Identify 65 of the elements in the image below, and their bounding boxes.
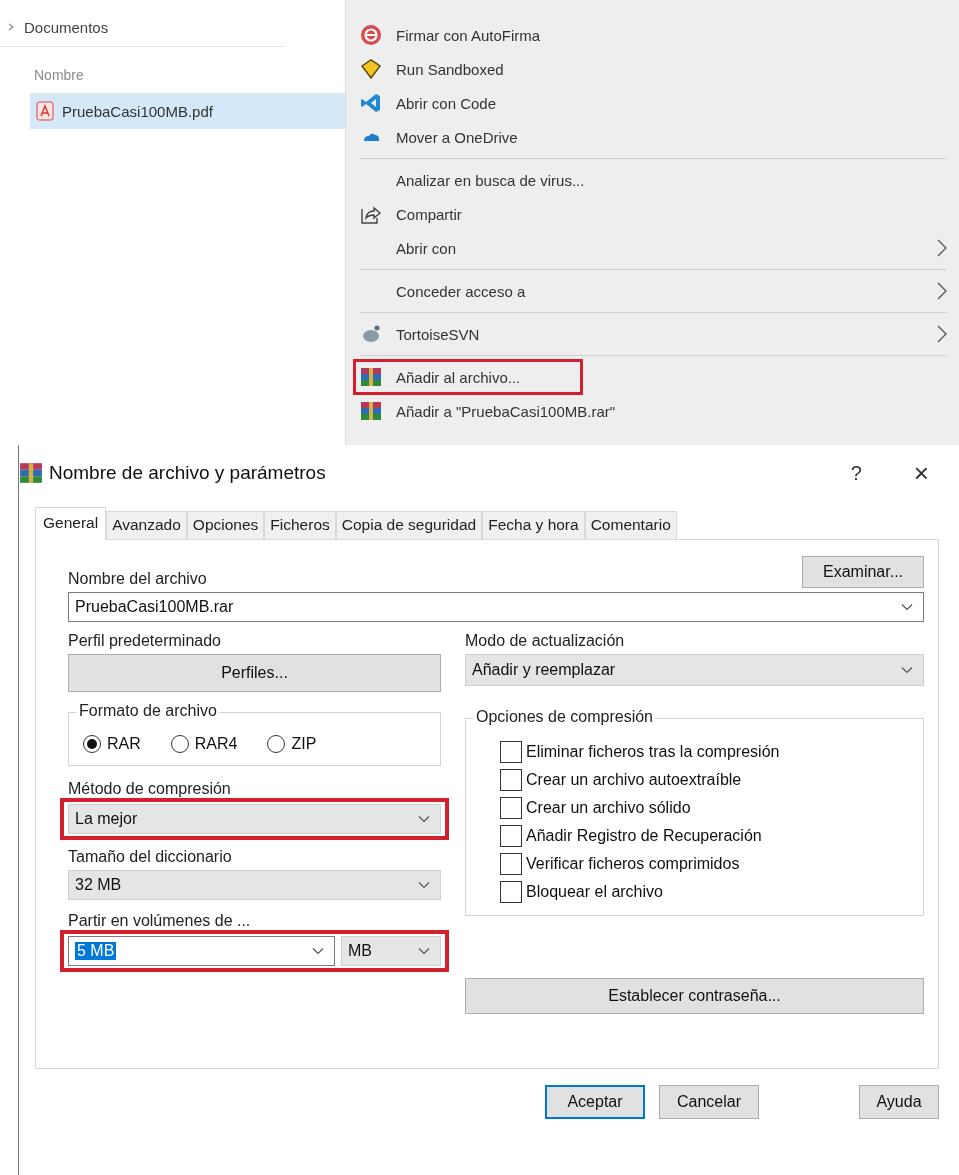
- radio-option[interactable]: RAR4: [170, 735, 238, 753]
- checkbox-option[interactable]: Verificar ficheros comprimidos: [500, 853, 909, 875]
- profiles-button[interactable]: Perfiles...: [68, 654, 441, 692]
- tree-item[interactable]: Documentos: [24, 18, 109, 36]
- menu-item[interactable]: TortoiseSVN: [353, 316, 493, 352]
- window-title: Nombre de archivo y parámetros: [49, 462, 326, 484]
- chevron-down-icon: [901, 666, 913, 674]
- tab[interactable]: Opciones: [186, 511, 265, 539]
- code-editor-icon: [360, 92, 382, 114]
- stacked-books-icon: [360, 366, 382, 388]
- menu-item[interactable]: Añadir a "PruebaCasi100MB.rar": [353, 393, 629, 429]
- chevron-down-icon: [418, 815, 430, 823]
- menu-item[interactable]: Run Sandboxed: [353, 51, 517, 87]
- close-button[interactable]: ×: [907, 457, 935, 489]
- dialog-button[interactable]: Ayuda: [859, 1085, 939, 1119]
- checkbox-option[interactable]: Añadir Registro de Recuperación: [500, 825, 909, 847]
- field-label: Nombre del archivo: [68, 570, 207, 588]
- group-label: Opciones de compresión: [474, 708, 655, 726]
- tab[interactable]: Copia de seguridad: [335, 511, 483, 539]
- field-label: Método de compresión: [68, 780, 232, 798]
- stacked-books-icon: [19, 461, 43, 485]
- unit-combo[interactable]: MB: [341, 936, 441, 966]
- password-button[interactable]: Establecer contraseña...: [465, 978, 924, 1014]
- field-label: Tamaño del diccionario: [68, 848, 233, 866]
- stacked-books-icon: [360, 400, 382, 422]
- tab[interactable]: Comentario: [584, 511, 677, 539]
- chevron-down-icon: [418, 881, 430, 889]
- menu-item[interactable]: Conceder acceso a: [353, 273, 539, 309]
- pdf-file-icon: [36, 101, 54, 121]
- checkbox-option[interactable]: Eliminar ficheros tras la compresión: [500, 741, 909, 763]
- checkbox-option[interactable]: Bloquear el archivo: [500, 881, 909, 903]
- column-header[interactable]: Nombre: [34, 67, 345, 83]
- dialog-button[interactable]: Aceptar: [545, 1085, 645, 1119]
- menu-item[interactable]: Firmar con AutoFirma: [353, 17, 554, 53]
- circle-logo-icon: [360, 24, 382, 46]
- tab[interactable]: Ficheros: [264, 511, 336, 539]
- dictionary-combo[interactable]: 32 MB: [68, 870, 441, 900]
- field-label: Modo de actualización: [465, 632, 626, 650]
- menu-item[interactable]: Analizar en busca de virus...: [353, 162, 598, 198]
- menu-item[interactable]: Mover a OneDrive: [353, 119, 531, 155]
- file-row[interactable]: PruebaCasi100MB.pdf: [30, 93, 345, 129]
- radio-option[interactable]: RAR: [83, 735, 141, 753]
- diamond-icon: [360, 58, 382, 80]
- menu-item[interactable]: Abrir con: [353, 230, 470, 266]
- method-combo[interactable]: La mejor: [68, 804, 441, 834]
- tab[interactable]: Avanzado: [106, 511, 187, 539]
- volume-size-combo[interactable]: 5 MB: [68, 936, 335, 966]
- menu-item[interactable]: Compartir: [353, 196, 475, 232]
- tab[interactable]: General: [35, 507, 107, 540]
- menu-item[interactable]: Añadir al archivo...: [353, 359, 584, 395]
- archive-name-combo[interactable]: PruebaCasi100MB.rar: [68, 592, 924, 622]
- chevron-down-icon: [418, 947, 430, 955]
- chevron-down-icon: [901, 603, 913, 611]
- checkbox-option[interactable]: Crear un archivo sólido: [500, 797, 909, 819]
- chevron-down-icon: [312, 947, 324, 955]
- field-label: Perfil predeterminado: [68, 632, 222, 650]
- field-label: Partir en volúmenes de ...: [68, 912, 252, 930]
- tab[interactable]: Fecha y hora: [482, 511, 585, 539]
- browse-button[interactable]: Examinar...: [802, 556, 924, 588]
- dialog-button[interactable]: Cancelar: [659, 1085, 759, 1119]
- help-button[interactable]: ?: [844, 457, 868, 489]
- update-mode-combo[interactable]: Añadir y reemplazar: [465, 654, 924, 686]
- radio-option[interactable]: ZIP: [267, 735, 317, 753]
- checkbox-option[interactable]: Crear un archivo autoextraíble: [500, 769, 909, 791]
- menu-item[interactable]: Abrir con Code: [353, 85, 510, 121]
